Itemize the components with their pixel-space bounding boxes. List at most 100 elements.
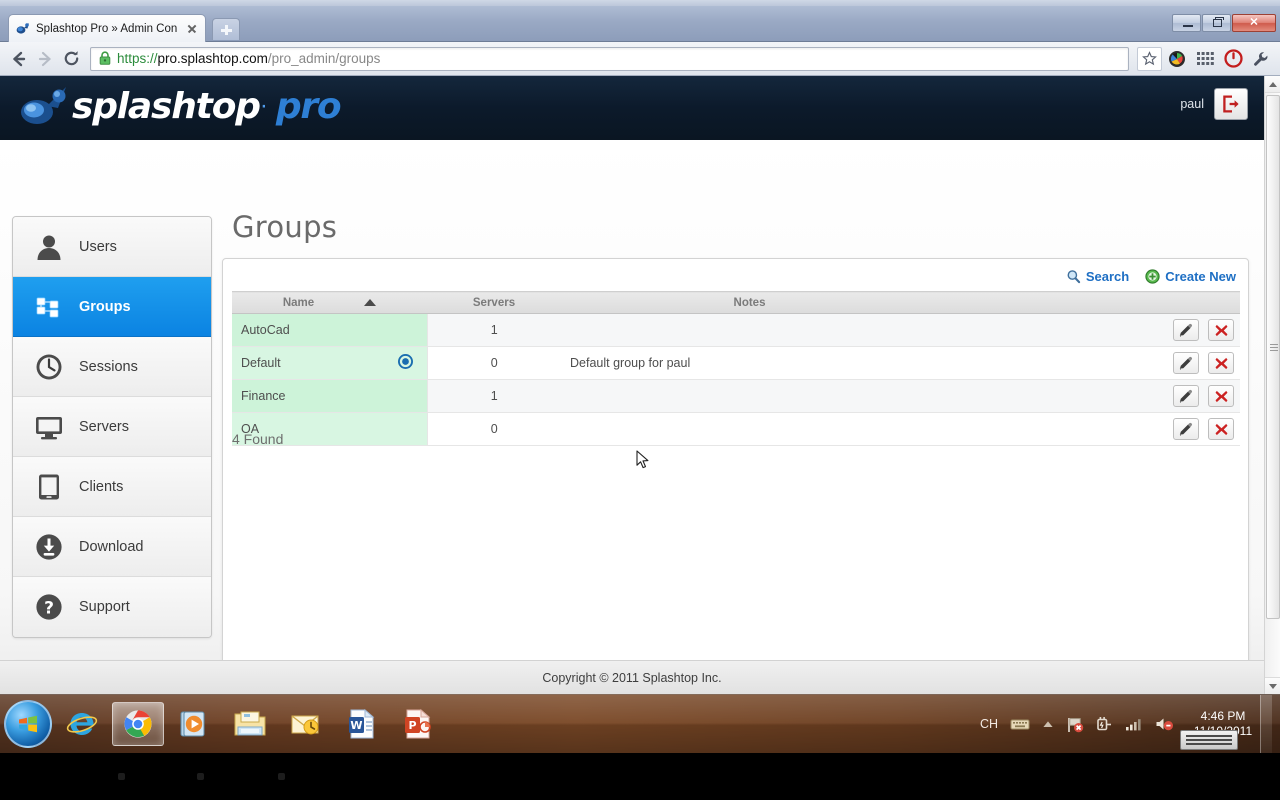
edit-button[interactable] — [1172, 352, 1199, 374]
column-header-name[interactable]: Name — [232, 291, 427, 314]
close-button[interactable]: ✕ — [1232, 14, 1276, 32]
action-center-flag-icon[interactable] — [1066, 716, 1084, 733]
plus-circle-icon — [1145, 269, 1160, 284]
on-screen-keyboard-button[interactable] — [1180, 730, 1238, 750]
sidebar-item-download[interactable]: Download — [13, 517, 211, 577]
scrollbar-thumb[interactable] — [1266, 95, 1280, 619]
sidebar-item-label: Support — [79, 599, 130, 615]
cell-servers: 1 — [427, 313, 561, 347]
keyboard-icon[interactable] — [1010, 717, 1030, 731]
show-desktop-button[interactable] — [1260, 695, 1272, 753]
strip-dot — [118, 773, 125, 780]
taskbar-app-windows-media-player[interactable] — [168, 702, 220, 746]
windows-taskbar: W P CH 4:46 PM — [0, 694, 1280, 753]
table-row[interactable]: Finance 1 — [232, 379, 1240, 413]
cell-name: Finance — [232, 379, 428, 413]
network-signal-icon[interactable] — [1125, 717, 1143, 731]
search-link[interactable]: Search — [1066, 269, 1129, 284]
sidebar-item-support[interactable]: ? Support — [13, 577, 211, 637]
sidebar-item-clients[interactable]: Clients — [13, 457, 211, 517]
back-button[interactable] — [6, 46, 32, 72]
wrench-menu-icon[interactable] — [1248, 46, 1274, 72]
edit-button[interactable] — [1172, 418, 1199, 440]
delete-button[interactable] — [1208, 352, 1234, 374]
edit-button[interactable] — [1172, 319, 1199, 341]
svg-text:?: ? — [44, 599, 54, 619]
group-name: Finance — [241, 389, 286, 403]
star-icon[interactable] — [1137, 46, 1162, 71]
sidebar-item-users[interactable]: Users — [13, 217, 211, 277]
group-name: AutoCad — [241, 323, 290, 337]
logout-button[interactable] — [1214, 88, 1248, 120]
sidebar-item-sessions[interactable]: Sessions — [13, 337, 211, 397]
address-bar[interactable]: https://pro.splashtop.com/pro_admin/grou… — [90, 46, 1129, 71]
power-plug-icon[interactable] — [1096, 716, 1113, 733]
microsoft-word-icon: W — [349, 708, 375, 739]
svg-text:W: W — [350, 719, 362, 732]
page-scrollbar[interactable] — [1264, 76, 1280, 694]
close-icon: ✕ — [1249, 16, 1259, 29]
taskbar-app-microsoft-powerpoint[interactable]: P — [392, 702, 444, 746]
sidebar-item-groups[interactable]: Groups — [13, 277, 211, 337]
red-x-icon — [1215, 357, 1227, 369]
taskbar-app-internet-explorer[interactable] — [56, 702, 108, 746]
sidebar-item-servers[interactable]: Servers — [13, 397, 211, 457]
taskbar-app-microsoft-word[interactable]: W — [336, 702, 388, 746]
table-row[interactable]: AutoCad 1 — [232, 313, 1240, 347]
splash-logo-icon — [21, 87, 66, 124]
cell-actions — [1138, 346, 1240, 380]
show-hidden-icons-arrow[interactable] — [1042, 720, 1054, 729]
taskbar-app-google-chrome[interactable] — [112, 702, 164, 746]
site-header: splashtop · pro paul — [0, 76, 1264, 140]
table-row[interactable]: Default 0 Default group for paul — [232, 346, 1240, 380]
page-viewport: splashtop · pro paul Users Groups Sessio… — [0, 76, 1280, 694]
delete-button[interactable] — [1208, 418, 1234, 440]
delete-button[interactable] — [1208, 385, 1234, 407]
cell-name: Default — [232, 346, 428, 380]
column-header-servers[interactable]: Servers — [427, 291, 561, 314]
scroll-down-button[interactable] — [1265, 677, 1280, 694]
minimize-button[interactable] — [1172, 14, 1201, 32]
extension-icon[interactable] — [1164, 46, 1190, 72]
padlock-icon — [98, 51, 112, 66]
microsoft-powerpoint-icon: P — [405, 708, 431, 739]
question-icon: ? — [31, 589, 67, 625]
cell-servers: 1 — [427, 379, 561, 413]
cell-notes — [561, 412, 938, 446]
start-button[interactable] — [4, 700, 52, 748]
table-header-row: Name Servers Notes — [232, 291, 1240, 314]
reload-button[interactable] — [58, 46, 84, 72]
taskbar-app-windows-explorer[interactable] — [224, 702, 276, 746]
edit-button[interactable] — [1172, 385, 1199, 407]
cell-notes — [561, 313, 938, 347]
delete-button[interactable] — [1208, 319, 1234, 341]
red-x-icon — [1215, 423, 1227, 435]
sidebar-item-label: Download — [79, 538, 144, 555]
internet-explorer-icon — [66, 713, 98, 735]
cell-blank — [938, 379, 1138, 413]
download-icon — [31, 529, 67, 565]
url-host: pro.splashtop.com — [157, 51, 268, 66]
forward-button[interactable] — [32, 46, 58, 72]
column-header-notes[interactable]: Notes — [561, 291, 938, 314]
new-tab-button[interactable] — [212, 18, 240, 40]
maximize-button[interactable] — [1202, 14, 1231, 32]
sidebar-item-label: Sessions — [79, 358, 138, 375]
power-icon[interactable] — [1220, 46, 1246, 72]
volume-muted-icon[interactable] — [1155, 716, 1174, 732]
bottom-strip — [0, 730, 1280, 800]
user-area: paul — [1180, 88, 1248, 120]
create-new-link[interactable]: Create New — [1145, 269, 1236, 284]
group-name: Default — [241, 356, 281, 370]
close-icon[interactable] — [185, 22, 199, 36]
table-row[interactable]: OA 0 — [232, 412, 1240, 446]
sidebar-item-label: Clients — [79, 478, 124, 495]
taskbar-app-microsoft-outlook[interactable] — [280, 702, 332, 746]
cell-name: AutoCad — [232, 313, 428, 347]
apps-grid-icon[interactable] — [1192, 46, 1218, 72]
url-scheme: https:// — [117, 51, 158, 66]
language-indicator[interactable]: CH — [980, 717, 998, 731]
browser-tab[interactable]: Splashtop Pro » Admin Con — [8, 14, 206, 42]
page-title: Groups — [232, 210, 338, 244]
scroll-up-button[interactable] — [1265, 76, 1280, 93]
